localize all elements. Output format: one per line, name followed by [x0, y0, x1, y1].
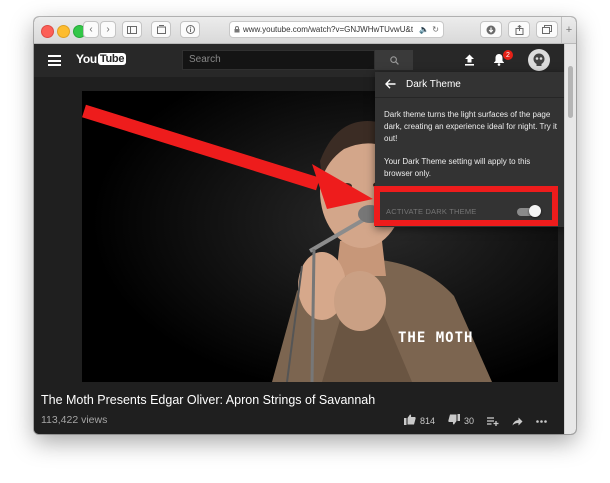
logo-you: You — [76, 52, 97, 66]
downloads-button[interactable] — [480, 21, 502, 38]
playlist-add-icon — [487, 416, 499, 426]
address-bar[interactable]: www.youtube.com/watch?v=GNJWHwTUvwU&t 🔈 … — [229, 21, 444, 38]
close-window-button[interactable] — [41, 25, 54, 38]
more-actions-button[interactable] — [536, 419, 547, 423]
avatar[interactable] — [528, 49, 550, 71]
download-icon — [486, 25, 496, 34]
video-actions: 814 30 — [404, 414, 560, 428]
safari-toolbar: ‹ › www.youtube.com/watch?v=GNJWHwTUvwU&… — [34, 17, 576, 44]
scrollbar[interactable] — [564, 44, 576, 434]
dark-theme-toggle-knob[interactable] — [529, 205, 541, 217]
dark-theme-header: Dark Theme — [375, 72, 566, 98]
chevron-right-icon: › — [106, 23, 110, 35]
tabs-icon — [542, 25, 552, 34]
youtube-logo[interactable]: You Tube — [76, 52, 127, 66]
dislike-count: 30 — [464, 416, 475, 426]
dislike-button[interactable]: 30 — [448, 414, 474, 428]
dark-theme-title: Dark Theme — [406, 79, 461, 90]
share-button[interactable] — [508, 21, 530, 38]
tabs-overview-button[interactable] — [536, 21, 558, 38]
menu-icon[interactable] — [48, 55, 61, 66]
url-text: www.youtube.com/watch?v=GNJWHwTUvwU&t — [243, 25, 414, 34]
reload-icon[interactable]: ↻ — [432, 25, 439, 34]
video-watermark: THE MOTH — [398, 330, 474, 346]
sidebar-icon — [127, 25, 137, 34]
thumbs-up-icon — [404, 414, 416, 428]
thumbs-down-icon — [448, 414, 461, 428]
search-icon — [389, 55, 399, 65]
chevron-left-icon: ‹ — [89, 23, 93, 35]
dark-theme-note: Your Dark Theme setting will apply to th… — [384, 157, 531, 178]
search-button[interactable] — [375, 50, 413, 70]
lock-icon — [234, 26, 240, 33]
add-to-playlist-button[interactable] — [487, 416, 499, 426]
more-icon — [536, 419, 547, 423]
back-button[interactable]: ‹ — [83, 21, 99, 38]
minimize-window-button[interactable] — [57, 25, 70, 38]
like-count: 814 — [420, 416, 436, 426]
notification-badge: 2 — [503, 50, 513, 60]
activate-dark-theme-label: ACTIVATE DARK THEME — [386, 207, 477, 216]
sidebar-button[interactable] — [122, 21, 142, 38]
info-button[interactable] — [180, 21, 200, 38]
plus-icon: + — [565, 24, 573, 36]
activate-dark-theme-row[interactable]: ACTIVATE DARK THEME — [375, 199, 566, 223]
share-video-button[interactable] — [512, 417, 523, 426]
dark-theme-panel: Dark Theme Dark theme turns the light su… — [375, 72, 566, 227]
top-sites-button[interactable] — [151, 21, 171, 38]
back-arrow-icon[interactable] — [385, 78, 396, 92]
scrollbar-thumb[interactable] — [568, 66, 573, 118]
share-icon — [515, 24, 523, 35]
upload-icon[interactable] — [464, 54, 475, 69]
new-tab-button[interactable]: + — [561, 17, 576, 43]
top-sites-icon — [156, 25, 166, 34]
like-button[interactable]: 814 — [404, 414, 435, 428]
browser-window: ‹ › www.youtube.com/watch?v=GNJWHwTUvwU&… — [34, 17, 576, 434]
video-title: The Moth Presents Edgar Oliver: Apron St… — [41, 393, 376, 407]
logo-tube: Tube — [97, 53, 127, 65]
share-arrow-icon — [512, 417, 523, 425]
dark-theme-description: Dark theme turns the light surfaces of t… — [384, 110, 557, 143]
view-count: 113,422 views — [41, 414, 108, 426]
search-input[interactable]: Search — [182, 50, 375, 70]
avatar-skull-icon — [533, 53, 545, 66]
speaker-icon[interactable]: 🔈 — [419, 25, 429, 34]
info-icon — [185, 25, 195, 34]
forward-button[interactable]: › — [100, 21, 116, 38]
